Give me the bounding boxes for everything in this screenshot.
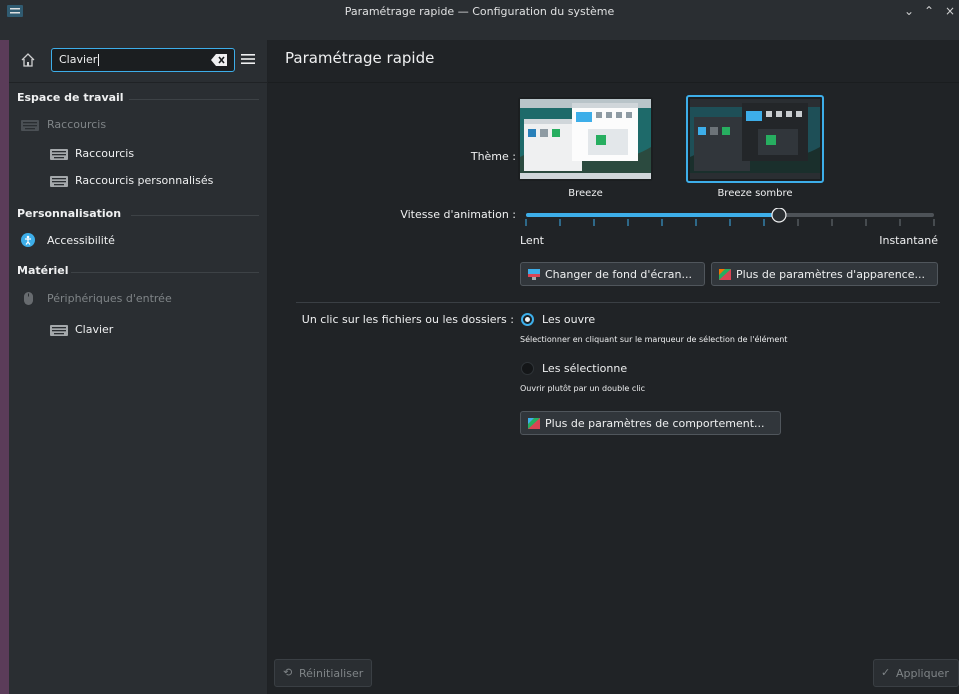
apply-button[interactable]: ✓ Appliquer [873, 659, 959, 687]
search-input[interactable]: Clavier [51, 48, 235, 72]
radio-select[interactable] [521, 362, 534, 375]
appearance-icon [719, 269, 731, 280]
reset-label: Réinitialiser [299, 667, 364, 680]
section-hardware: Matériel [17, 264, 69, 277]
section-divider [129, 99, 259, 100]
radio-select-label[interactable]: Les sélectionne [542, 362, 627, 375]
theme-thumbnail-breeze-dark[interactable] [686, 95, 824, 183]
change-wallpaper-button[interactable]: Changer de fond d'écran... [520, 262, 705, 286]
apply-label: Appliquer [896, 667, 949, 680]
sidebar-item-clavier[interactable]: Clavier [75, 323, 113, 336]
radio-open[interactable] [521, 313, 534, 326]
sidebar-item-raccourcis[interactable]: Raccourcis [75, 147, 134, 160]
sidebar-item-raccourcis-personnalises[interactable]: Raccourcis personnalisés [75, 174, 213, 187]
more-behavior-label: Plus de paramètres de comportement... [545, 417, 765, 430]
sidebar-item-accessibilite[interactable]: Accessibilité [47, 234, 115, 247]
apply-check-icon: ✓ [881, 666, 891, 679]
title-bar: Paramétrage rapide — Configuration du sy… [0, 0, 959, 40]
radio-open-hint: Sélectionner en cliquant sur le marqueur… [520, 335, 788, 344]
animation-speed-label: Vitesse d'animation : [400, 208, 516, 221]
behavior-icon [528, 418, 540, 429]
window-title: Paramétrage rapide — Configuration du sy… [344, 5, 615, 18]
close-button[interactable]: × [943, 4, 957, 18]
slider-max-label: Instantané [879, 234, 938, 247]
section-divider [131, 215, 259, 216]
breeze-preview-image [520, 99, 651, 179]
main-panel: Paramétrage rapide Thème : Breeze Breeze… [268, 40, 959, 694]
page-title: Paramétrage rapide [285, 49, 435, 67]
theme-thumbnail-breeze[interactable] [518, 97, 653, 181]
reset-button[interactable]: ⟲ Réinitialiser [274, 659, 372, 687]
sidebar-item-raccourcis-group[interactable]: Raccourcis [47, 118, 106, 131]
clear-search-icon[interactable] [211, 53, 228, 67]
reset-icon: ⟲ [283, 666, 293, 679]
wallpaper-icon [528, 269, 540, 280]
theme-caption-breeze: Breeze [568, 188, 603, 199]
slider-min-label: Lent [520, 234, 544, 247]
keyboard-icon [21, 120, 39, 131]
section-workspace: Espace de travail [17, 91, 124, 104]
search-value: Clavier [59, 53, 100, 66]
more-behavior-settings-button[interactable]: Plus de paramètres de comportement... [520, 411, 781, 435]
home-icon[interactable] [19, 51, 37, 69]
desktop-edge [0, 40, 9, 694]
accessibility-icon [21, 233, 35, 247]
maximize-button[interactable]: ⌃ [922, 4, 936, 18]
radio-open-label[interactable]: Les ouvre [542, 313, 595, 326]
theme-caption-breeze-dark: Breeze sombre [717, 188, 793, 199]
sidebar: Clavier Espace de travail Raccourcis Rac… [9, 40, 268, 694]
breeze-dark-preview-image [690, 99, 820, 179]
sidebar-header: Clavier [9, 40, 267, 83]
more-appearance-label: Plus de paramètres d'apparence... [736, 268, 925, 281]
section-personalization: Personnalisation [17, 207, 122, 220]
hamburger-menu-icon[interactable] [240, 51, 256, 67]
slider-track [525, 207, 935, 226]
keyboard-icon [50, 176, 68, 187]
radio-dot [525, 317, 530, 322]
minimize-button[interactable]: ⌄ [902, 4, 916, 18]
slider-handle [771, 207, 787, 223]
section-divider [71, 272, 259, 273]
theme-label: Thème : [470, 150, 516, 163]
mouse-icon [24, 292, 33, 305]
sidebar-item-peripheriques[interactable]: Périphériques d'entrée [47, 292, 172, 305]
page-header: Paramétrage rapide [268, 40, 959, 83]
more-appearance-settings-button[interactable]: Plus de paramètres d'apparence... [711, 262, 938, 286]
keyboard-icon [50, 325, 68, 336]
change-wallpaper-label: Changer de fond d'écran... [545, 268, 692, 281]
animation-speed-slider[interactable] [522, 207, 938, 232]
keyboard-icon [50, 149, 68, 160]
slider-fill [526, 213, 779, 217]
click-behavior-label: Un clic sur les fichiers ou les dossiers… [301, 313, 514, 326]
section-separator [296, 302, 940, 303]
radio-select-hint: Ouvrir plutôt par un double clic [520, 384, 646, 393]
